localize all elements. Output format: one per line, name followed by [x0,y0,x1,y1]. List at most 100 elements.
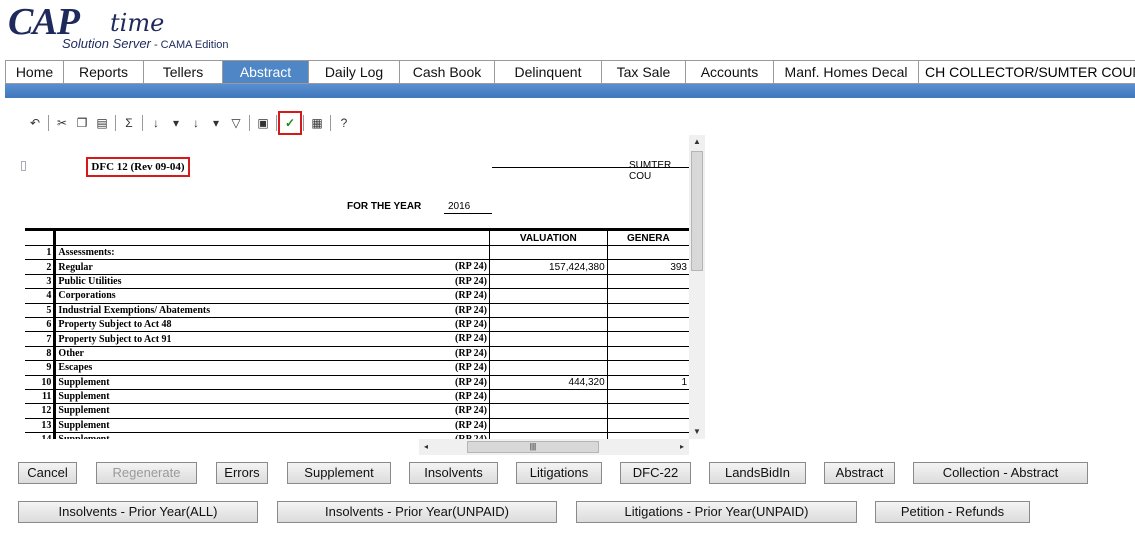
table-row: 8 Other (RP 24) [25,346,689,362]
row-label[interactable]: Public Utilities (RP 24) [54,274,490,290]
tab-abstract[interactable]: Abstract [223,61,309,83]
row-label[interactable]: Corporations (RP 24) [54,288,490,304]
general-cell[interactable]: 1 [606,375,689,390]
row-number: 1 [25,245,57,261]
errors-button[interactable]: Errors [216,462,268,484]
scroll-down-icon[interactable]: ▼ [689,425,705,439]
insolvents-prior-year-unpaid-button[interactable]: Insolvents - Prior Year(UNPAID) [277,501,557,523]
sheet-grid[interactable]: DFC 12 (Rev 09-04) SUMTER COU FOR THE YE… [19,135,689,439]
tab-home[interactable]: Home [5,61,64,83]
scroll-right-icon[interactable]: ▸ [675,439,689,455]
tab-accounts[interactable]: Accounts [686,61,774,83]
tab-delinquent[interactable]: Delinquent [495,61,602,83]
valuation-cell[interactable]: 444,320 [488,375,608,390]
scroll-left-icon[interactable]: ◂ [419,439,433,455]
regenerate-button[interactable]: Regenerate [96,462,197,484]
tab-reports[interactable]: Reports [64,61,144,83]
row-number: 5 [25,303,57,318]
insolvents-prior-year-all-button[interactable]: Insolvents - Prior Year(ALL) [18,501,258,523]
valuation-cell[interactable] [488,346,608,362]
tab-cash-book[interactable]: Cash Book [400,61,495,83]
row-label[interactable]: Other (RP 24) [54,346,490,362]
valuation-cell[interactable]: 157,424,380 [488,259,608,275]
general-cell[interactable] [606,245,689,261]
valuation-cell[interactable] [488,403,608,419]
chevron-down-icon[interactable]: ▾ [208,115,224,131]
print-icon[interactable]: ▦ [309,115,325,131]
help-icon[interactable]: ? [336,115,352,131]
general-cell[interactable]: 393 [606,259,689,275]
sort-descending-icon[interactable]: ↓ [188,115,204,131]
valuation-cell[interactable] [488,331,608,347]
general-cell[interactable] [606,403,689,419]
row-label[interactable]: Industrial Exemptions/ Abatements (RP 24) [54,303,490,318]
general-cell[interactable] [606,389,689,405]
table-row: 1 Assessments: [25,245,689,261]
row-label[interactable]: Assessments: [54,245,490,261]
petition-refunds-button[interactable]: Petition - Refunds [875,501,1030,523]
captime-logo: CAP time Solution Server - CAMA Edition [8,2,308,58]
paste-icon[interactable]: ▤ [94,115,110,131]
valuation-cell[interactable] [488,274,608,290]
general-cell[interactable] [606,360,689,376]
general-cell[interactable] [606,346,689,362]
valuation-cell[interactable] [488,389,608,405]
valuation-cell[interactable] [488,245,608,261]
table-row: 7 Property Subject to Act 91 (RP 24) [25,331,689,347]
general-cell[interactable] [606,418,689,434]
copy-icon[interactable]: ❐ [74,115,90,131]
undo-icon[interactable]: ↶ [27,115,43,131]
supplement-button[interactable]: Supplement [287,462,391,484]
valuation-cell[interactable] [488,303,608,318]
protect-icon[interactable]: ▣ [255,115,271,131]
sort-ascending-icon[interactable]: ↓ [148,115,164,131]
general-cell[interactable] [606,331,689,347]
general-cell[interactable] [606,303,689,318]
general-cell[interactable] [606,288,689,304]
tab-manf-homes-decal[interactable]: Manf. Homes Decal [774,61,919,83]
filter-icon[interactable]: ▽ [228,115,244,131]
row-label[interactable]: Supplement (RP 24) [54,418,490,434]
cut-icon[interactable]: ✂ [54,115,70,131]
chevron-down-icon[interactable]: ▾ [168,115,184,131]
row-label[interactable]: Supplement (RP 24) [54,403,490,419]
horizontal-scrollbar[interactable]: ◂ ||| ▸ [419,439,689,455]
form-id: DFC 12 (Rev 09-04) [86,157,190,177]
row-number: 8 [25,346,57,362]
row-label[interactable]: Property Subject to Act 48 (RP 24) [54,317,490,333]
row-reference: (RP 24) [455,318,487,330]
insolvents-button[interactable]: Insolvents [409,462,498,484]
valuation-cell[interactable] [488,360,608,376]
year-value[interactable]: 2016 [444,201,492,214]
description-header [54,228,490,246]
tab-tax-sale[interactable]: Tax Sale [602,61,686,83]
tab-daily-log[interactable]: Daily Log [309,61,400,83]
lands-bid-in-button[interactable]: LandsBidIn [709,462,806,484]
row-label[interactable]: Regular (RP 24) [54,259,490,275]
sum-icon[interactable]: Σ [121,115,137,131]
row-description: Property Subject to Act 48 [58,319,172,331]
abstract-button[interactable]: Abstract [824,462,895,484]
export-excel-icon[interactable]: ✓ [278,111,302,135]
tab-tellers[interactable]: Tellers [144,61,223,83]
dfc-22-button[interactable]: DFC-22 [620,462,691,484]
valuation-cell[interactable] [488,418,608,434]
cancel-button[interactable]: Cancel [18,462,77,484]
litigations-button[interactable]: Litigations [516,462,602,484]
litigations-prior-year-unpaid-button[interactable]: Litigations - Prior Year(UNPAID) [576,501,857,523]
row-label[interactable]: Escapes (RP 24) [54,360,490,376]
scroll-up-icon[interactable]: ▲ [689,135,705,149]
row-description: Property Subject to Act 91 [58,333,172,345]
general-cell[interactable] [606,317,689,333]
vertical-scroll-thumb[interactable] [691,151,703,271]
row-label[interactable]: Supplement (RP 24) [54,389,490,405]
valuation-cell[interactable] [488,288,608,304]
vertical-scrollbar[interactable]: ▲ ▼ [689,135,705,439]
general-cell[interactable] [606,274,689,290]
horizontal-scroll-thumb[interactable]: ||| [467,441,599,453]
row-label[interactable]: Property Subject to Act 91 (RP 24) [54,331,490,347]
valuation-cell[interactable] [488,317,608,333]
collection-abstract-button[interactable]: Collection - Abstract [913,462,1088,484]
row-label[interactable]: Supplement (RP 24) [54,375,490,390]
abstract-table: VALUATION GENERA 1 Assessments: 2 Regular (R… [25,228,689,439]
